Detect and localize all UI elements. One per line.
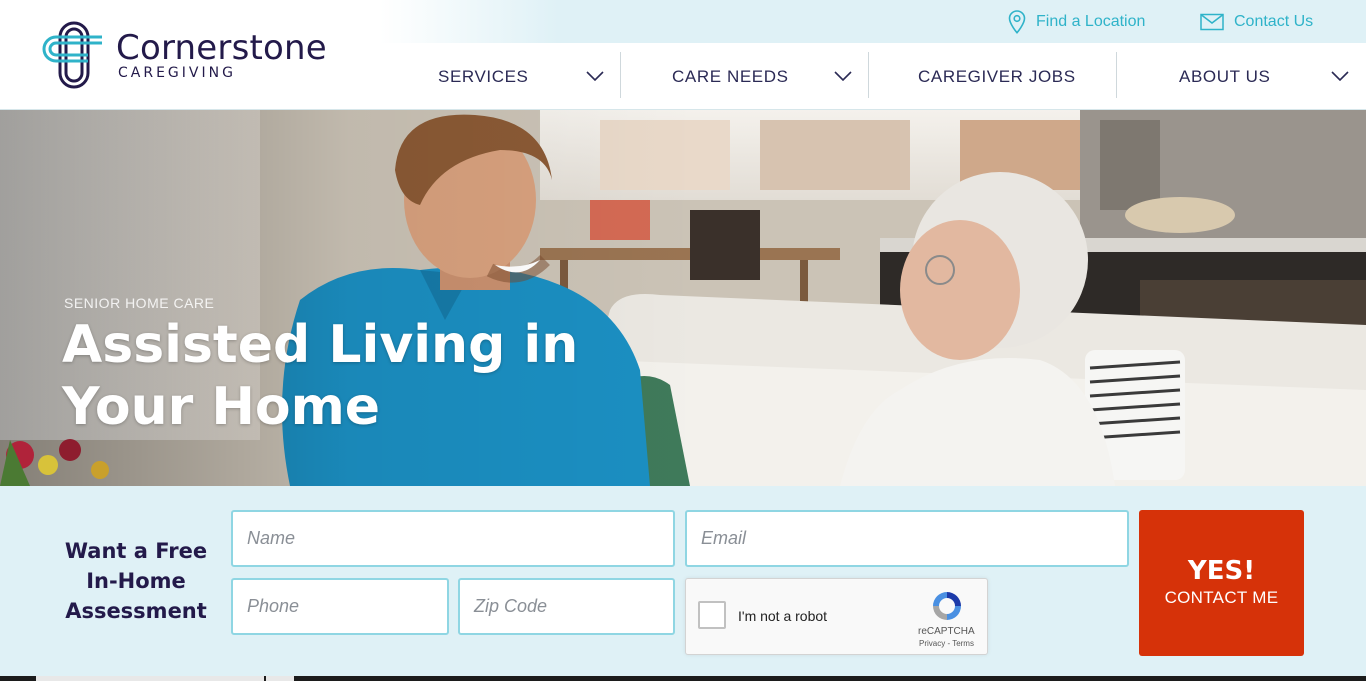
logo-wordmark: Cornerstone bbox=[116, 28, 327, 68]
hero-banner: SENIOR HOME CARE Assisted Living in Your… bbox=[0, 110, 1366, 486]
utility-bar: Find a Location Contact Us bbox=[380, 0, 1366, 43]
nav-about-us-label: ABOUT US bbox=[1179, 67, 1271, 86]
form-heading: Want a Free In-Home Assessment bbox=[64, 539, 208, 623]
recaptcha-checkbox[interactable] bbox=[698, 601, 726, 629]
map-pin-icon bbox=[1008, 10, 1026, 34]
recaptcha-label: I'm not a robot bbox=[738, 608, 828, 624]
site-header: Find a Location Contact Us Cornerstone C… bbox=[0, 0, 1366, 110]
envelope-icon bbox=[1200, 13, 1224, 31]
main-nav: SERVICES CARE NEEDS CAREGIVER JOBS ABOUT… bbox=[372, 43, 1366, 109]
hero-title: Assisted Living in Your Home bbox=[62, 315, 579, 437]
nav-item-caregiver-jobs[interactable]: CAREGIVER JOBS bbox=[869, 43, 1116, 109]
find-location-label: Find a Location bbox=[1036, 13, 1146, 30]
chevron-down-icon bbox=[834, 71, 852, 81]
nav-caregiver-jobs-label: CAREGIVER JOBS bbox=[918, 67, 1076, 86]
phone-input[interactable]: Phone bbox=[231, 578, 449, 635]
name-input[interactable]: Name bbox=[231, 510, 675, 567]
bottom-tab bbox=[266, 676, 294, 681]
nav-item-care-needs[interactable]: CARE NEEDS bbox=[621, 43, 868, 109]
nav-item-services[interactable]: SERVICES bbox=[372, 43, 620, 109]
recaptcha-widget: I'm not a robot reCAPTCHA Privacy - Term… bbox=[685, 578, 988, 655]
find-location-link[interactable]: Find a Location bbox=[1008, 10, 1145, 34]
contact-me-button[interactable]: YES! CONTACT ME bbox=[1139, 510, 1304, 656]
contact-us-link[interactable]: Contact Us bbox=[1200, 10, 1313, 34]
nav-item-about-us[interactable]: ABOUT US bbox=[1117, 43, 1366, 109]
cta-yes-label: YES! bbox=[1187, 556, 1256, 586]
chevron-down-icon bbox=[586, 71, 604, 81]
recaptcha-logo-icon bbox=[933, 592, 961, 620]
nav-services-label: SERVICES bbox=[438, 67, 529, 86]
site-logo[interactable]: Cornerstone CAREGIVING bbox=[42, 20, 362, 90]
zip-code-input[interactable]: Zip Code bbox=[458, 578, 675, 635]
contact-us-label: Contact Us bbox=[1234, 13, 1314, 30]
bottom-tab bbox=[36, 676, 264, 681]
nav-care-needs-label: CARE NEEDS bbox=[672, 67, 789, 86]
cornerstone-logo-icon bbox=[42, 21, 102, 89]
logo-tagline: CAREGIVING bbox=[118, 65, 236, 81]
recaptcha-terms-link[interactable]: Privacy - Terms bbox=[919, 639, 974, 648]
cta-contact-me-label: CONTACT ME bbox=[1164, 588, 1279, 607]
bottom-edge bbox=[0, 676, 1366, 681]
chevron-down-icon bbox=[1331, 71, 1349, 81]
hero-kicker: SENIOR HOME CARE bbox=[64, 295, 215, 311]
email-input[interactable]: Email bbox=[685, 510, 1129, 567]
recaptcha-brand: reCAPTCHA bbox=[918, 626, 975, 637]
